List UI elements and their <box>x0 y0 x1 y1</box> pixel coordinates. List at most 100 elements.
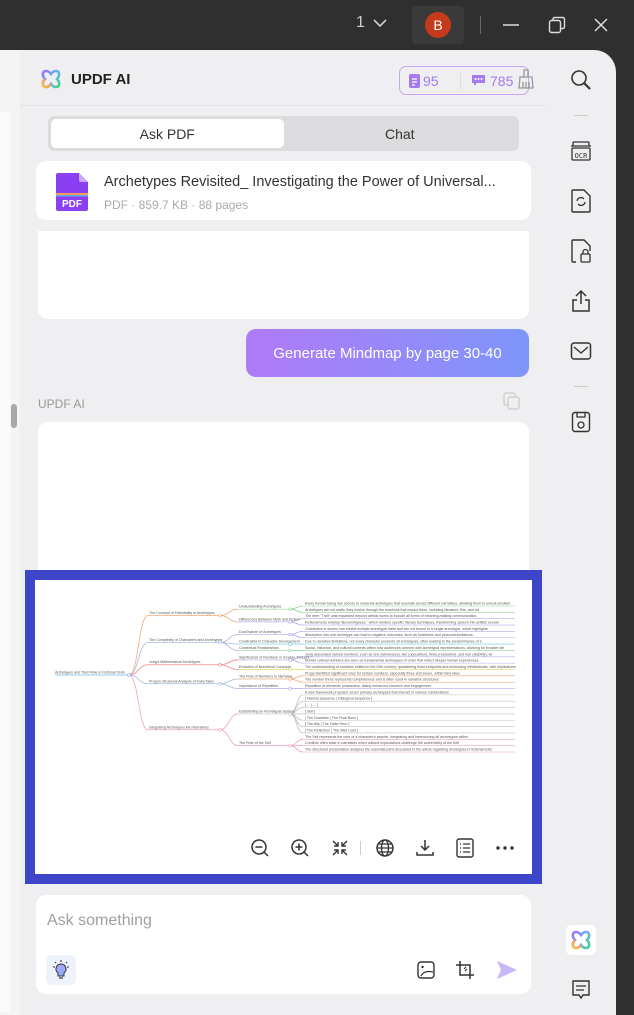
mindmap-leaf-node: Repetition of elements (characters, task… <box>305 684 431 688</box>
brand-title: UPDF AI <box>71 71 131 88</box>
mindmap-root-node: Archetypes and Their Role in Fictional T… <box>55 671 125 675</box>
mindmap-leaf-node: Social, historical, and cultural context… <box>305 646 504 650</box>
ocr-icon: OCR <box>571 141 591 161</box>
updf-ai-logo-icon <box>571 930 591 950</box>
mindmap-leaf-node: [ The Reflection | The Wild Card ] <box>305 728 358 732</box>
save-button[interactable] <box>568 409 594 435</box>
mindmap-viewer[interactable]: Archetypes and Their Role in Fictional T… <box>35 580 532 874</box>
window-edge <box>616 50 634 1015</box>
chat-input-box <box>36 895 531 994</box>
updf-logo-icon <box>41 69 61 89</box>
mindmap-node-dot <box>288 677 292 681</box>
mindmap-edge <box>289 738 304 747</box>
mindmap-edge <box>219 664 239 670</box>
svg-text:OCR: OCR <box>575 152 588 160</box>
copy-icon[interactable] <box>502 391 522 411</box>
mindmap-leaf-node: Similar cultural numbers are seen as fun… <box>305 659 479 663</box>
email-button[interactable] <box>568 338 594 364</box>
convert-file-icon <box>571 189 591 213</box>
clear-chat-icon[interactable] <box>516 68 536 90</box>
search-button[interactable] <box>568 67 594 93</box>
mindmap-node-dot <box>127 673 131 677</box>
ai-sender-label: UPDF AI <box>38 397 85 411</box>
fit-view-button[interactable] <box>320 835 360 861</box>
ask-input[interactable] <box>47 912 507 930</box>
prompt-suggestions-button[interactable] <box>46 955 76 985</box>
mindmap-child-node: The Role of Numbers in Narrative <box>239 675 293 679</box>
image-upload-icon[interactable] <box>416 960 436 980</box>
language-button[interactable] <box>365 835 405 861</box>
outline-button[interactable] <box>445 835 485 861</box>
chevron-down-icon <box>373 19 387 28</box>
protect-button[interactable] <box>568 238 594 264</box>
zoom-out-button[interactable] <box>240 835 280 861</box>
mindmap-leaf-node: The structured presentation analyzes the… <box>305 748 492 752</box>
pdf-quota-count: 95 <box>423 72 439 89</box>
minimize-button[interactable] <box>498 12 524 38</box>
mindmap-leaf-node: [ Self ] <box>305 709 315 713</box>
mindmap-child-node: The Role of the Self <box>239 741 271 745</box>
share-icon <box>572 289 590 312</box>
previous-answer-card <box>38 231 529 319</box>
scrollbar-thumb[interactable] <box>11 404 17 428</box>
mindmap-node-dot <box>288 658 292 662</box>
mindmap-node-dot <box>218 728 222 732</box>
comments-button[interactable] <box>568 977 594 1003</box>
mindmap-canvas[interactable]: Archetypes and Their Role in Fictional T… <box>35 580 532 830</box>
mindmap-edge <box>289 608 304 613</box>
mindmap-edge <box>289 634 304 639</box>
mindmap-node-dot <box>288 607 292 611</box>
mindmap-edge <box>219 659 239 666</box>
mindmap-leaf-node: [ The Ally | The False Hero ] <box>305 722 349 726</box>
mindmap-leaf-node: [ The Guardian | The Final Boss ] <box>305 716 358 720</box>
download-button[interactable] <box>405 835 445 861</box>
collapse-icon <box>332 840 348 856</box>
file-card[interactable]: PDF Archetypes Revisited_ Investigating … <box>36 161 531 220</box>
mindmap-leaf-node: Jung associated natural numbers, such as… <box>305 652 492 656</box>
share-button[interactable] <box>568 288 594 314</box>
outline-icon <box>456 838 474 858</box>
zoom-out-icon <box>251 839 269 857</box>
comment-icon <box>572 980 590 1000</box>
chat-quota-count: 785 <box>490 72 514 89</box>
tab-chat[interactable]: Chat <box>284 119 517 148</box>
mindmap-leaf-node: [ Natural sequence | Dialogical sequence… <box>305 697 372 701</box>
mindmap-edge <box>289 621 304 626</box>
close-button[interactable] <box>588 12 614 38</box>
mode-tabs: Ask PDF Chat <box>48 116 519 151</box>
mindmap-edge <box>219 634 239 643</box>
pdf-quota: 95 <box>400 73 460 89</box>
zoom-in-icon <box>291 839 309 857</box>
restore-button[interactable] <box>544 12 570 38</box>
chat-quota: 785 <box>461 73 513 89</box>
lightbulb-icon <box>53 960 69 979</box>
mindmap-leaf-node: Conflicts often arise in narratives when… <box>305 741 459 745</box>
divider <box>574 115 588 116</box>
tab-ask-pdf[interactable]: Ask PDF <box>51 119 284 148</box>
mail-icon <box>570 342 592 360</box>
page-indicator: 1 <box>356 14 365 31</box>
ai-header: UPDF AI 95 785 <box>20 50 546 106</box>
send-icon[interactable] <box>496 960 518 980</box>
divider <box>360 841 361 855</box>
divider <box>480 16 481 34</box>
mindmap-node-dot <box>218 682 222 686</box>
mindmap-branch-node: Propp's Structural Analysis of Fairy Tal… <box>149 679 214 683</box>
mindmap-leaf-node: The Self represents the core of a charac… <box>305 735 468 739</box>
divider <box>574 386 588 387</box>
zoom-in-button[interactable] <box>280 835 320 861</box>
screenshot-crop-icon[interactable] <box>455 960 475 980</box>
updf-ai-button[interactable] <box>566 925 596 955</box>
quota-badge[interactable]: 95 785 <box>399 66 529 95</box>
convert-button[interactable] <box>568 188 594 214</box>
ocr-button[interactable]: OCR <box>568 138 594 164</box>
more-button[interactable] <box>485 835 525 861</box>
mindmap-edge <box>219 729 239 747</box>
mindmap-child-node: Contextual Relationships <box>239 646 279 650</box>
mindmap-leaf-node: Characters in stories can exhibit multip… <box>305 627 488 631</box>
mindmap-edge <box>289 745 304 753</box>
avatar: B <box>425 12 451 38</box>
account-button[interactable]: B <box>412 6 464 44</box>
page-switcher[interactable]: 1 <box>356 14 387 32</box>
mindmap-child-node: Establishing an Archetypal System <box>239 709 294 713</box>
